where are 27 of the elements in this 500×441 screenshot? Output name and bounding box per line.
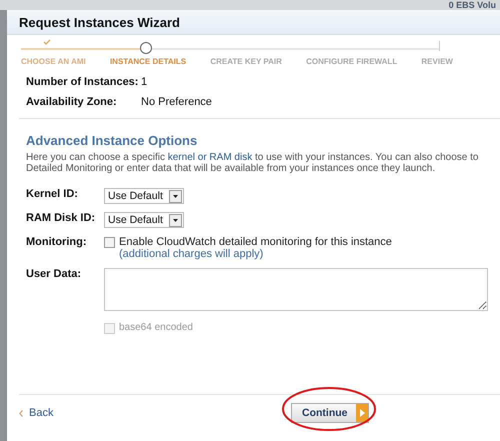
play-icon [356, 404, 368, 422]
field-label: Availability Zone: [26, 96, 118, 108]
back-link[interactable]: Back [19, 407, 229, 419]
volumes-label: 0 EBS Volu [448, 0, 496, 10]
kernel-link[interactable]: kernel or RAM disk [168, 152, 252, 163]
caret-icon [168, 190, 182, 202]
checkbox[interactable] [104, 237, 115, 248]
field-label: Number of Instances: [26, 76, 140, 88]
field-value: 1 [141, 76, 148, 88]
field-label: Monitoring: [26, 236, 88, 250]
charges-note: (additional charges will apply) [119, 248, 264, 260]
checkbox-label: base64 encoded [119, 322, 193, 333]
step-marker [140, 42, 152, 54]
dropdown[interactable]: Use Default [104, 188, 184, 204]
field-label: User Data: [26, 268, 82, 282]
text-area[interactable] [104, 268, 488, 311]
caret-icon [168, 214, 182, 226]
checkbox-label: Enable CloudWatch detailed monitoring for this instance [119, 236, 392, 248]
check-icon [43, 39, 51, 45]
dropdown[interactable]: Use Default [104, 212, 184, 228]
field-value: No Preference [141, 96, 213, 108]
continue-button[interactable]: Continue [291, 403, 368, 423]
field-label: Kernel ID: [26, 188, 79, 202]
section-title: Advanced Instance Options [26, 133, 198, 148]
description-text: Here you can choose a specific kernel or RAM disk to use with your instances. You can also choose to Detailed Monitoring or enter data that will be available from your instances once they launch. [26, 152, 480, 174]
field-label: RAM Disk ID: [26, 212, 96, 226]
window-title: Request Instances Wizard [19, 14, 180, 30]
